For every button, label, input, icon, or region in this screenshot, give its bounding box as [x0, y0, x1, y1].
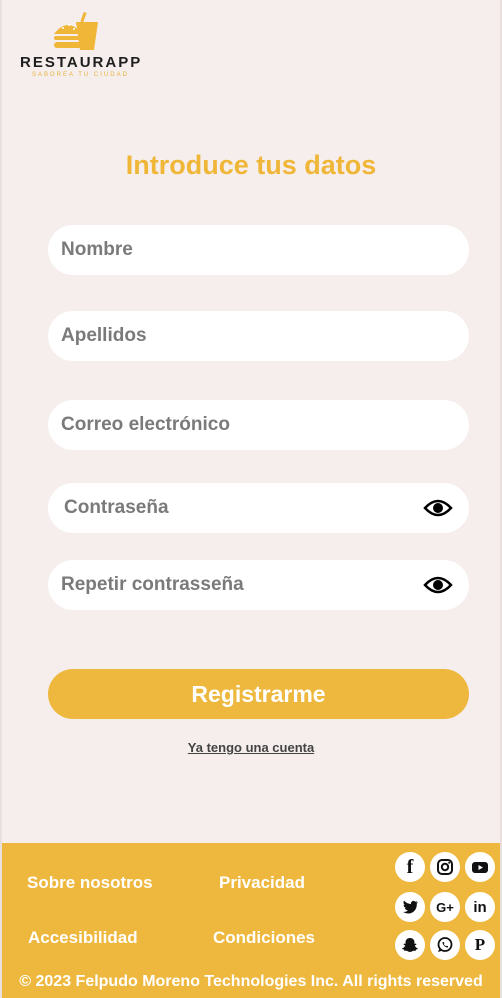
youtube-icon[interactable] [465, 852, 495, 882]
google-plus-icon[interactable]: G+ [430, 892, 460, 922]
pinterest-glyph: P [474, 935, 486, 954]
email-field-container [48, 400, 469, 450]
linkedin-glyph: in [473, 898, 487, 916]
snapchat-icon[interactable] [395, 930, 425, 960]
copyright: © 2023 Felpudo Moreno Technologies Inc. … [19, 973, 483, 990]
repeat-password-field-container [48, 560, 469, 610]
login-link[interactable]: Ya tengo una cuenta [0, 740, 502, 755]
whatsapp-icon[interactable] [430, 930, 460, 960]
facebook-icon[interactable]: f [395, 852, 425, 882]
footer-link-accessibility[interactable]: Accesibilidad [28, 928, 138, 948]
footer-link-about[interactable]: Sobre nosotros [27, 873, 153, 893]
name-input[interactable] [48, 239, 469, 261]
instagram-icon[interactable] [430, 852, 460, 882]
surname-input[interactable] [48, 325, 469, 347]
password-field-container [48, 483, 469, 533]
repeat-password-input[interactable] [48, 574, 469, 596]
facebook-glyph: f [406, 855, 414, 878]
linkedin-icon[interactable]: in [465, 892, 495, 922]
register-button[interactable]: Registrarme [48, 669, 469, 719]
brand-name: RESTAURAPP [20, 54, 143, 71]
footer: Sobre nosotros Privacidad Accesibilidad … [2, 843, 500, 998]
burger-drink-icon [54, 11, 98, 50]
footer-link-terms[interactable]: Condiciones [213, 928, 315, 948]
brand-tagline: SABOREA TU CIUDAD [32, 72, 129, 78]
logo: RESTAURAPP SABOREA TU CIUDAD [18, 10, 140, 82]
page-title: Introduce tus datos [125, 150, 377, 180]
surname-field-container [48, 311, 469, 361]
email-input[interactable] [48, 414, 469, 436]
pinterest-icon[interactable]: P [465, 930, 495, 960]
twitter-icon[interactable] [395, 892, 425, 922]
password-input[interactable] [48, 497, 469, 519]
google-plus-glyph: G+ [436, 899, 454, 915]
footer-link-privacy[interactable]: Privacidad [219, 873, 305, 893]
show-password-eye-icon[interactable] [423, 497, 453, 519]
show-repeat-password-eye-icon[interactable] [423, 574, 453, 596]
name-field-container [48, 225, 469, 275]
